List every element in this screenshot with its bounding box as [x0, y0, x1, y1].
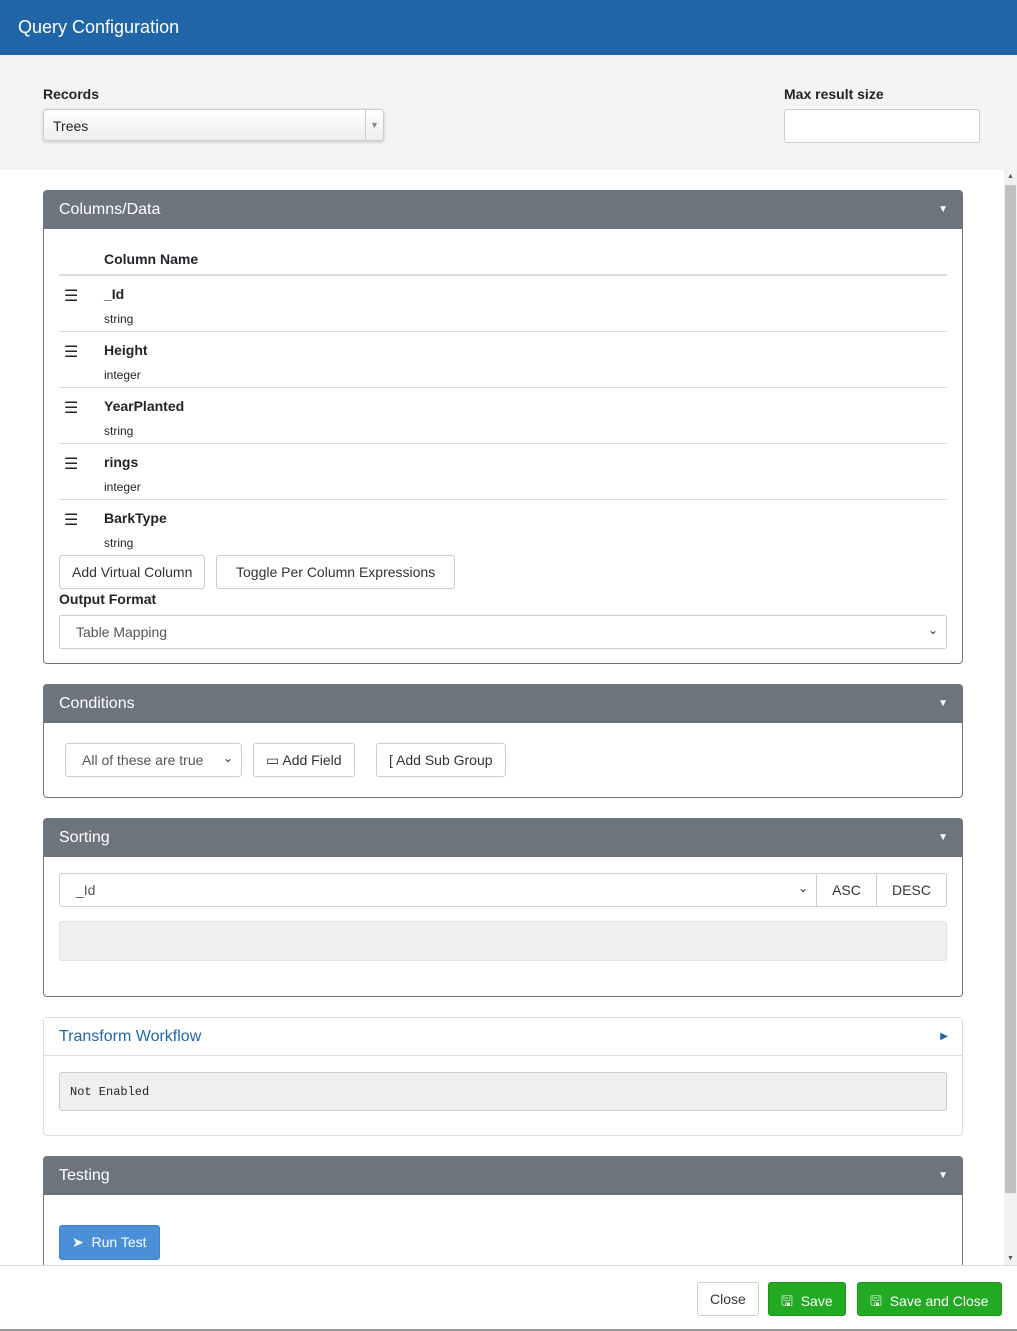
column-type: integer: [104, 368, 141, 382]
column-row[interactable]: ☰ YearPlanted string: [59, 388, 947, 444]
column-row[interactable]: ☰ _Idstring: [59, 276, 947, 332]
caret-down-icon: ▼: [938, 1170, 948, 1181]
floppy-disk-icon: 🖫: [870, 1293, 882, 1309]
panel-title: Conditions: [59, 695, 135, 712]
column-type: string: [104, 536, 134, 550]
floppy-disk-icon: 🖫: [781, 1293, 793, 1309]
column-row[interactable]: ☰ BarkType string: [59, 500, 947, 556]
column-name: BarkType: [104, 510, 167, 526]
bracket-icon: [: [389, 752, 393, 768]
scrollbar-thumb[interactable]: [1005, 185, 1016, 1193]
column-name: rings: [104, 454, 139, 470]
drag-handle-icon[interactable]: ☰: [64, 454, 78, 474]
transform-panel-header[interactable]: Transform Workflow ▶: [44, 1018, 962, 1056]
condition-mode-value: All of these are true: [82, 752, 204, 768]
paper-plane-icon: ➤: [72, 1234, 84, 1250]
desc-button[interactable]: DESC: [876, 873, 947, 907]
add-field-icon: ▭: [266, 752, 280, 768]
run-test-button[interactable]: ➤ Run Test: [59, 1225, 160, 1260]
conditions-panel-header[interactable]: Conditions ▼: [44, 685, 962, 723]
sorting-panel: Sorting ▼ _Id ⌄ ASC DESC: [43, 818, 963, 997]
conditions-panel: Conditions ▼ All of these are true ⌄ ▭ Add…: [43, 684, 963, 798]
caret-down-icon: ▼: [938, 832, 948, 843]
records-label: Records: [43, 86, 100, 102]
condition-mode-select[interactable]: All of these are true ⌄: [65, 743, 242, 777]
sorting-panel-header[interactable]: Sorting ▼: [44, 819, 962, 857]
sort-field-value: _Id: [76, 882, 96, 898]
drag-handle-icon[interactable]: ☰: [64, 286, 78, 306]
scroll-down-icon[interactable]: ▼: [1004, 1255, 1017, 1262]
chevron-down-icon: ⌄: [222, 751, 233, 765]
records-select[interactable]: Trees ▼: [43, 109, 384, 141]
transform-panel: Transform Workflow ▶ Not Enabled: [43, 1017, 963, 1136]
caret-down-icon: ▼: [938, 698, 948, 709]
max-result-label: Max result size: [784, 86, 884, 102]
testing-panel-header[interactable]: Testing ▼: [44, 1157, 962, 1195]
add-virtual-column-button[interactable]: Add Virtual Column: [59, 555, 206, 589]
scroll-up-icon[interactable]: ▲: [1004, 173, 1017, 180]
asc-button[interactable]: ASC: [816, 873, 877, 907]
drag-handle-icon[interactable]: ☰: [64, 342, 78, 362]
close-button[interactable]: Close: [697, 1282, 759, 1316]
output-format-label: Output Format: [59, 591, 157, 607]
button-label: Add Sub Group: [396, 752, 493, 768]
column-name: _Id: [104, 286, 125, 302]
panel-title: Testing: [59, 1167, 110, 1184]
button-label: Add Field: [282, 752, 342, 768]
records-value: Trees: [53, 118, 89, 134]
column-name: YearPlanted: [104, 398, 185, 414]
testing-panel: Testing ▼ ➤ Run Test: [43, 1156, 963, 1265]
transform-status: Not Enabled: [59, 1072, 947, 1111]
caret-right-icon: ▶: [940, 1031, 948, 1042]
sort-list: [59, 921, 947, 961]
column-name-header: Column Name: [104, 251, 199, 267]
dialog-title: Query Configuration: [0, 0, 1017, 55]
button-label: Run Test: [91, 1234, 147, 1250]
column-type: string: [104, 312, 134, 326]
columns-panel: Columns/Data ▼ Column Name ☰ _Idstring ☰ Hei…: [43, 190, 963, 664]
chevron-down-icon: ⌄: [797, 881, 808, 895]
drag-handle-icon[interactable]: ☰: [64, 510, 78, 530]
save-and-close-button[interactable]: 🖫 Save and Close: [857, 1282, 1002, 1316]
column-name: Height: [104, 342, 148, 358]
scrollbar[interactable]: ▲ ▼: [1004, 170, 1017, 1265]
add-sub-group-button[interactable]: [ Add Sub Group: [376, 743, 506, 777]
chevron-down-icon: ⌄: [927, 623, 938, 637]
output-format-select[interactable]: Table Mapping ⌄: [59, 615, 947, 649]
column-type: integer: [104, 480, 141, 494]
sort-field-select[interactable]: _Id ⌄: [59, 873, 817, 907]
column-row[interactable]: ☰ Height integer: [59, 332, 947, 388]
column-type: string: [104, 424, 134, 438]
panel-title: Transform Workflow: [59, 1028, 202, 1045]
button-label: Save and Close: [889, 1293, 989, 1309]
output-format-value: Table Mapping: [76, 624, 168, 640]
column-row[interactable]: ☰ rings integer: [59, 444, 947, 500]
button-label: Save: [800, 1293, 833, 1309]
toggle-expressions-button[interactable]: Toggle Per Column Expressions: [216, 555, 456, 589]
caret-down-icon: ▼: [938, 204, 948, 215]
drag-handle-icon[interactable]: ☰: [64, 398, 78, 418]
add-field-button[interactable]: ▭ Add Field: [253, 743, 355, 777]
content-scroll-area: Columns/Data ▼ Column Name ☰ _Id string ☰ Hei…: [3, 170, 1004, 1265]
dialog-footer: Close 🖫 Save 🖫 Save and Close: [0, 1265, 1017, 1331]
panel-title: Sorting: [59, 829, 110, 846]
columns-panel-header[interactable]: Columns/Data ▼: [44, 191, 962, 229]
save-button[interactable]: 🖫 Save: [768, 1282, 846, 1316]
panel-title: Columns/Data: [59, 201, 161, 218]
max-result-input[interactable]: [784, 109, 980, 143]
dropdown-arrow-icon: ▼: [365, 110, 383, 140]
